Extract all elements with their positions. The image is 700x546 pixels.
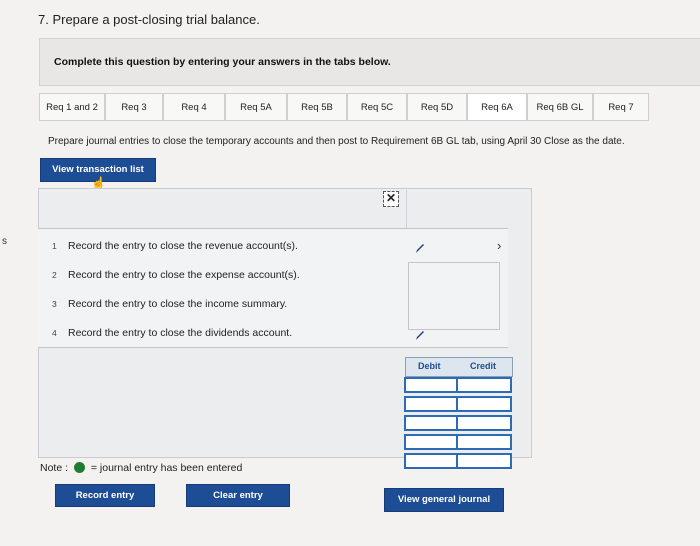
record-entry-button[interactable]: Record entry [55,484,155,507]
tab-req-7[interactable]: Req 7 [593,93,649,121]
entered-dot-icon [73,462,85,473]
tab-bar: Req 1 and 2 Req 3 Req 4 Req 5A Req 5B Re… [39,93,659,121]
tab-req-3[interactable]: Req 3 [105,93,163,121]
journal-grid-header: Debit Credit [405,357,513,377]
prompt-text: Prepare journal entries to close the tem… [48,136,625,147]
grid-row[interactable] [404,377,512,393]
grid-row[interactable] [404,415,512,431]
note-label: Note : [40,462,69,474]
tab-req-4[interactable]: Req 4 [163,93,225,121]
credit-header: Credit [470,361,497,371]
list-item[interactable]: 3 Record the entry to close the income su… [52,298,287,310]
grid-row[interactable] [404,434,512,450]
tab-req-1-2[interactable]: Req 1 and 2 [39,93,105,121]
question-text: 7. Prepare a post-closing trial balance. [38,12,260,27]
view-general-journal-button[interactable]: View general journal [384,488,504,512]
note-text: = journal entry has been entered [90,462,243,474]
tab-req-5a[interactable]: Req 5A [225,93,287,121]
list-item[interactable]: 2 Record the entry to close the expense a… [52,269,300,281]
clear-entry-button[interactable]: Clear entry [186,484,290,507]
tab-req-5d[interactable]: Req 5D [407,93,467,121]
tab-req-6a[interactable]: Req 6A [467,93,527,121]
grid-row[interactable] [404,453,512,469]
pencil-icon[interactable] [414,242,426,254]
close-icon[interactable]: ✕ [383,191,399,207]
grid-row[interactable] [404,396,512,412]
journal-grid [404,377,512,477]
list-item[interactable]: 1 Record the entry to close the revenue a… [52,240,298,252]
chevron-right-icon[interactable]: › [497,238,501,253]
debit-header: Debit [418,361,441,371]
note: Note : = journal entry has been entered [40,462,242,474]
list-item[interactable]: 4 Record the entry to close the dividends… [52,327,292,339]
instruction-text: Complete this question by entering your … [54,56,391,68]
pencil-icon[interactable] [414,329,426,341]
tab-req-6b-gl[interactable]: Req 6B GL [527,93,593,121]
entry-detail-box [408,262,500,330]
tab-req-5b[interactable]: Req 5B [287,93,347,121]
tab-req-5c[interactable]: Req 5C [347,93,407,121]
edge-mark: s [2,236,7,247]
